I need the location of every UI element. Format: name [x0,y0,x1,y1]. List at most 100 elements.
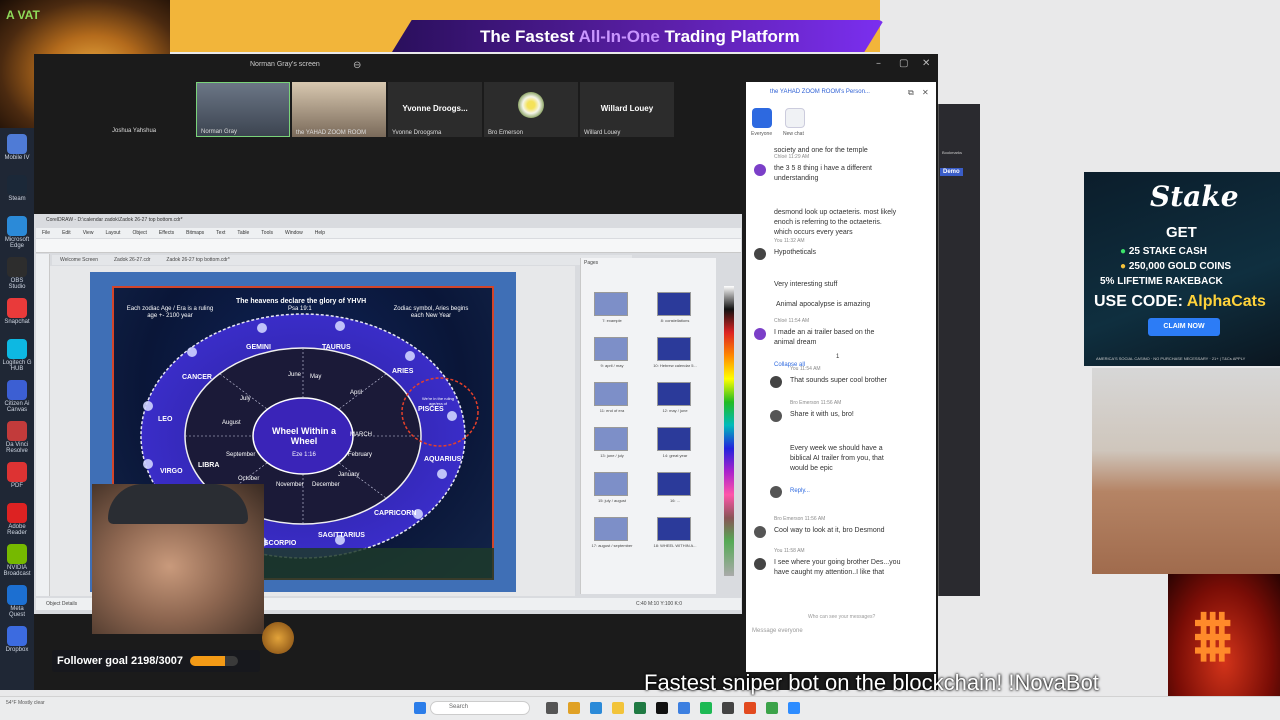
dock-item[interactable]: Mobile IV [2,134,32,161]
month-label: April [350,390,363,396]
document-tab[interactable]: Welcome Screen [60,257,98,263]
stake-line-1: ● 25 STAKE CASH [1120,246,1207,257]
taskbar-search[interactable]: Search [430,701,530,715]
taskbar-edge-icon[interactable] [590,702,602,714]
menu-item-object[interactable]: Object [132,230,146,236]
claim-now-button[interactable]: CLAIM NOW [1148,318,1220,336]
dock-item[interactable]: Steam [2,175,32,202]
participant-tile-yvonne[interactable]: Yvonne Droogs... Yvonne Droogsma [388,82,482,137]
new-chat-icon[interactable] [785,108,805,128]
toolbox[interactable] [36,254,50,596]
chat-message-input[interactable]: Message everyone [752,628,803,634]
taskbar-explorer-icon[interactable] [612,702,624,714]
dock-item-label: Da Vinci Resolve [5,442,29,454]
document-tab[interactable]: Zadok 26-27.cdr [114,257,150,263]
page-thumbnail[interactable] [594,292,628,316]
dock-item[interactable]: Logitech G HUB [2,339,32,372]
participant-tile-bro-emerson[interactable]: Bro Emerson [484,82,578,137]
coreldraw-menubar: File Edit View Layout Object Effects Bitmaps Te… [36,228,741,238]
sender-avatar [770,486,782,498]
dock-app-icon [7,298,27,318]
page-thumbnail[interactable] [657,427,691,451]
minimize-icon[interactable]: – [876,58,881,69]
stake-logo: Stake [1150,180,1239,213]
menu-item-tools[interactable]: Tools [261,230,273,236]
poster-center-ref: Eze 1:16 [292,452,316,458]
dock-item-label: Steam [8,196,26,202]
page-thumbnail[interactable] [594,427,628,451]
page-thumbnail[interactable] [657,472,691,496]
page-thumbnail[interactable] [594,517,628,541]
flower-avatar-icon [518,92,544,118]
menu-item-file[interactable]: File [42,230,50,236]
dock-item[interactable]: Meta Quest [2,585,32,618]
message-meta: You 11:58 AM [774,548,805,554]
taskbar-excel-icon[interactable] [634,702,646,714]
dock-item-label: Adobe Reader [7,524,27,536]
taskbar-zoom-icon[interactable] [788,702,800,714]
page-label: 13: june / july [600,453,624,458]
menu-item-edit[interactable]: Edit [62,230,71,236]
page-thumbnail[interactable] [594,337,628,361]
share-options-icon[interactable]: ⊖ [353,60,361,71]
zodiac-sign-label: LEO [158,416,173,423]
popout-icon[interactable]: ⧉ [908,88,914,98]
dock-item[interactable]: Adobe Reader [2,503,32,536]
menu-item-window[interactable]: Window [285,230,303,236]
page-thumbnail[interactable] [594,472,628,496]
demo-badge[interactable]: Demo [940,168,963,176]
taskbar-obs-icon[interactable] [722,702,734,714]
page-thumbnail[interactable] [657,292,691,316]
month-label: September [226,452,256,458]
sender-avatar [754,526,766,538]
menu-item-text[interactable]: Text [216,230,225,236]
dock-item[interactable]: Citizen Ai Canvas [2,380,32,413]
page-label: 7: example [602,318,622,323]
taskbar-store-icon[interactable] [678,702,690,714]
color-palette[interactable] [724,286,734,576]
taskbar-brave-icon[interactable] [744,702,756,714]
page-thumbnail[interactable] [657,517,691,541]
participant-name: Willard Louey [584,130,621,136]
screen-share-title: Norman Gray's screen [250,61,320,68]
taskbar-spotify-icon[interactable] [700,702,712,714]
dock-item[interactable]: PDF [2,462,32,489]
menu-item-help[interactable]: Help [315,230,325,236]
dock-app-icon [7,339,27,359]
menu-item-layout[interactable]: Layout [105,230,120,236]
dock-item[interactable]: Snapchat [2,298,32,325]
taskbar-x-icon[interactable] [656,702,668,714]
who-can-see-link[interactable]: Who can see your messages? [808,614,875,620]
menu-item-effects[interactable]: Effects [159,230,174,236]
page-thumbnail[interactable] [594,382,628,406]
participant-tile-norman-gray[interactable]: Norman Gray [196,82,290,137]
status-text: Object Details [46,601,78,607]
page-thumbnail[interactable] [657,337,691,361]
participant-tile-yahad[interactable]: the YAHAD ZOOM ROOM [292,82,386,137]
maximize-icon[interactable]: ▢ [899,58,908,69]
dock-item-label: NVIDIA Broadcast [3,565,31,577]
menu-item-bitmaps[interactable]: Bitmaps [186,230,204,236]
participant-tile-willard[interactable]: Willard Louey Willard Louey [580,82,674,137]
menu-item-view[interactable]: View [83,230,94,236]
dock-item[interactable]: Dropbox [2,626,32,653]
document-tab[interactable]: Zadok 26-27 top bottom.cdr* [166,257,229,263]
page-thumbnail[interactable] [657,382,691,406]
chat-link[interactable]: Reply... [790,486,850,496]
taskbar-task-view-icon[interactable] [546,702,558,714]
everyone-tab-icon[interactable] [752,108,772,128]
reaction-count[interactable]: 1 [836,352,839,362]
close-icon[interactable]: ✕ [922,58,930,69]
taskbar-corel-icon[interactable] [766,702,778,714]
menu-item-table[interactable]: Table [237,230,249,236]
dock-item[interactable]: OBS Studio [2,257,32,290]
dock-item[interactable]: Microsoft Edge [2,216,32,249]
taskbar-start-icon[interactable] [414,702,426,714]
dock-item[interactable]: Da Vinci Resolve [2,421,32,454]
weather-widget[interactable]: 54°F Mostly clear [6,700,45,706]
zodiac-sign-label: PISCES [418,406,444,413]
dock-item[interactable]: NVIDIA Broadcast [2,544,32,577]
chat-close-icon[interactable]: ✕ [922,88,929,97]
taskbar-chrome-icon[interactable] [568,702,580,714]
dock-item-label: Citizen Ai Canvas [4,401,30,413]
